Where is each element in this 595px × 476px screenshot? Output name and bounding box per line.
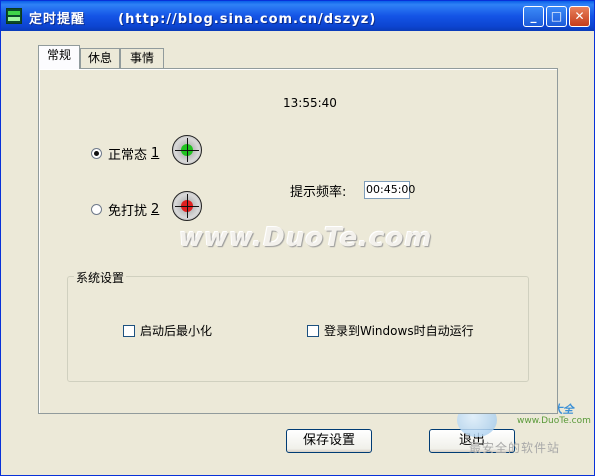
- general-tab-panel: 13:55:40 正常态 1 免打扰 2 提示频率: 00:45:00 www.…: [38, 68, 558, 414]
- mode-dnd-hotkey: 2: [151, 202, 160, 217]
- app-window: 定时提醒 (http://blog.sina.com.cn/dszyz) _ □…: [0, 0, 595, 476]
- title-bar[interactable]: 定时提醒 (http://blog.sina.com.cn/dszyz) _ □…: [1, 1, 594, 31]
- mode-normal-radio[interactable]: [91, 148, 102, 159]
- minimize-on-start-option[interactable]: 启动后最小化: [123, 322, 212, 339]
- system-settings-title: 系统设置: [74, 269, 127, 286]
- minimize-on-start-checkbox[interactable]: [123, 324, 135, 337]
- app-icon: [6, 8, 22, 24]
- mode-normal-label: 正常态: [108, 148, 148, 163]
- close-button[interactable]: ✕: [569, 6, 590, 27]
- frequency-input[interactable]: 00:45:00: [364, 181, 415, 199]
- minimize-on-start-label: 启动后最小化: [140, 324, 213, 338]
- window-title: 定时提醒 (http://blog.sina.com.cn/dszyz): [29, 12, 377, 27]
- minimize-button[interactable]: _: [523, 6, 544, 27]
- save-settings-button[interactable]: 保存设置: [286, 429, 372, 453]
- current-time: 13:55:40: [283, 96, 337, 110]
- mode-normal-option[interactable]: 正常态 1: [91, 144, 159, 163]
- normal-mode-indicator-icon[interactable]: [172, 135, 202, 165]
- system-settings-group: 系统设置 启动后最小化 登录到Windows时自动运行: [67, 269, 529, 382]
- corner-logo-url: www.DuoTe.com: [517, 416, 591, 426]
- tab-rest[interactable]: 休息: [80, 48, 120, 68]
- mode-dnd-option[interactable]: 免打扰 2: [91, 200, 159, 219]
- tab-events[interactable]: 事情: [120, 48, 164, 68]
- mode-dnd-label: 免打扰: [108, 204, 148, 219]
- autorun-on-login-checkbox[interactable]: [307, 324, 319, 337]
- corner-logo-slogan: 最安全的软件站: [469, 441, 561, 455]
- dnd-mode-indicator-icon[interactable]: [172, 191, 202, 221]
- watermark-text: www.DuoTe.com: [179, 223, 433, 253]
- mode-normal-hotkey: 1: [151, 146, 160, 161]
- tab-general[interactable]: 常规: [38, 45, 80, 69]
- maximize-button[interactable]: □: [546, 6, 567, 27]
- autorun-on-login-label: 登录到Windows时自动运行: [324, 324, 474, 338]
- frequency-label: 提示频率:: [290, 185, 347, 200]
- autorun-on-login-option[interactable]: 登录到Windows时自动运行: [307, 322, 474, 339]
- mode-dnd-radio[interactable]: [91, 204, 102, 215]
